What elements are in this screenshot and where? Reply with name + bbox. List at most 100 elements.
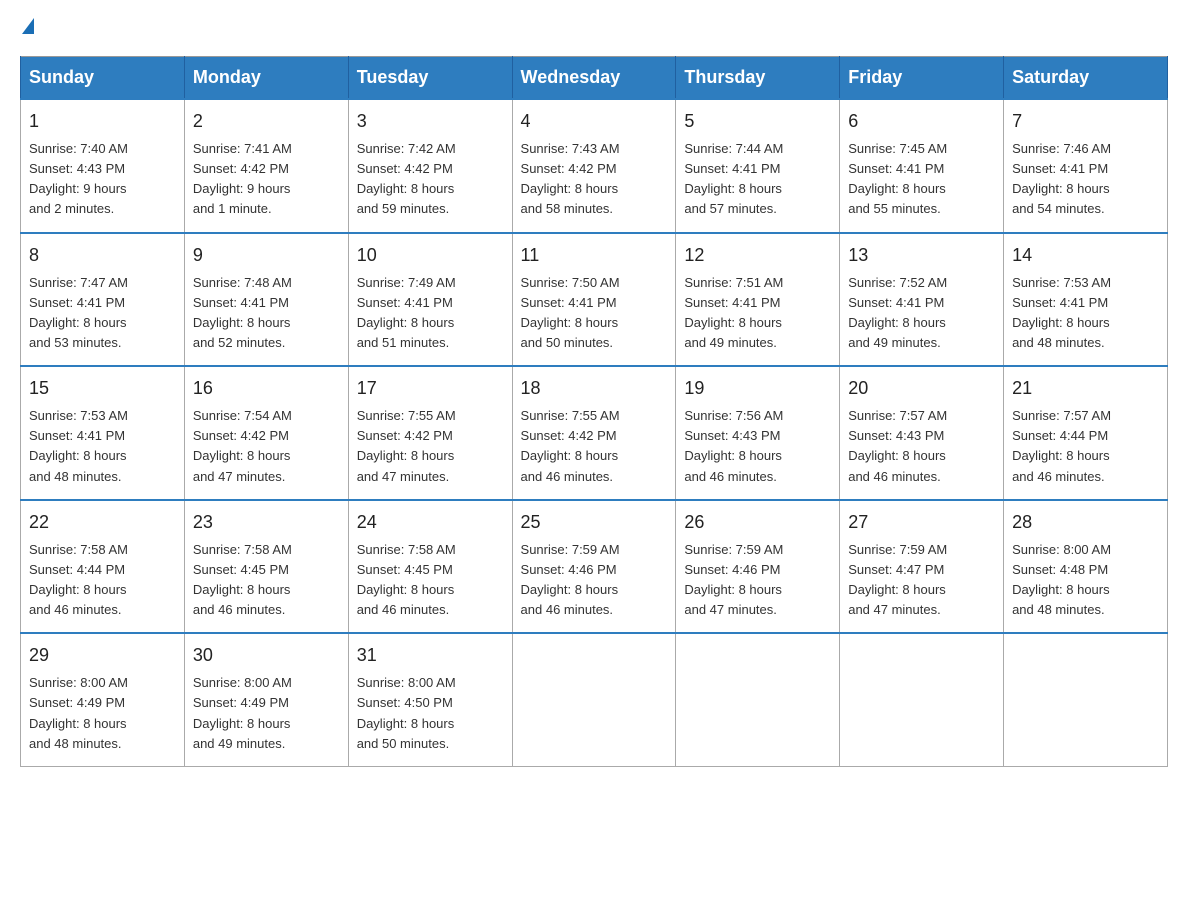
day-info: Sunrise: 7:59 AMSunset: 4:46 PMDaylight:…	[684, 542, 783, 617]
day-number: 21	[1012, 375, 1159, 402]
day-number: 23	[193, 509, 340, 536]
calendar-day-cell: 13 Sunrise: 7:52 AMSunset: 4:41 PMDaylig…	[840, 233, 1004, 367]
calendar-week-row: 8 Sunrise: 7:47 AMSunset: 4:41 PMDayligh…	[21, 233, 1168, 367]
day-number: 29	[29, 642, 176, 669]
day-number: 7	[1012, 108, 1159, 135]
calendar-day-cell: 2 Sunrise: 7:41 AMSunset: 4:42 PMDayligh…	[184, 99, 348, 233]
logo	[20, 20, 34, 36]
weekday-header-monday: Monday	[184, 57, 348, 100]
day-info: Sunrise: 7:50 AMSunset: 4:41 PMDaylight:…	[521, 275, 620, 350]
calendar-day-cell: 5 Sunrise: 7:44 AMSunset: 4:41 PMDayligh…	[676, 99, 840, 233]
day-number: 26	[684, 509, 831, 536]
page-header	[20, 20, 1168, 36]
day-number: 18	[521, 375, 668, 402]
calendar-day-cell: 17 Sunrise: 7:55 AMSunset: 4:42 PMDaylig…	[348, 366, 512, 500]
logo-triangle-icon	[22, 18, 34, 34]
day-number: 8	[29, 242, 176, 269]
calendar-week-row: 15 Sunrise: 7:53 AMSunset: 4:41 PMDaylig…	[21, 366, 1168, 500]
calendar-header-row: SundayMondayTuesdayWednesdayThursdayFrid…	[21, 57, 1168, 100]
day-number: 10	[357, 242, 504, 269]
calendar-week-row: 29 Sunrise: 8:00 AMSunset: 4:49 PMDaylig…	[21, 633, 1168, 766]
calendar-day-cell: 24 Sunrise: 7:58 AMSunset: 4:45 PMDaylig…	[348, 500, 512, 634]
calendar-day-cell: 25 Sunrise: 7:59 AMSunset: 4:46 PMDaylig…	[512, 500, 676, 634]
day-number: 17	[357, 375, 504, 402]
day-number: 27	[848, 509, 995, 536]
day-info: Sunrise: 8:00 AMSunset: 4:50 PMDaylight:…	[357, 675, 456, 750]
calendar-day-cell: 28 Sunrise: 8:00 AMSunset: 4:48 PMDaylig…	[1004, 500, 1168, 634]
day-info: Sunrise: 7:46 AMSunset: 4:41 PMDaylight:…	[1012, 141, 1111, 216]
day-info: Sunrise: 7:58 AMSunset: 4:45 PMDaylight:…	[357, 542, 456, 617]
day-info: Sunrise: 8:00 AMSunset: 4:49 PMDaylight:…	[29, 675, 128, 750]
weekday-header-thursday: Thursday	[676, 57, 840, 100]
calendar-day-cell: 1 Sunrise: 7:40 AMSunset: 4:43 PMDayligh…	[21, 99, 185, 233]
day-number: 22	[29, 509, 176, 536]
day-number: 15	[29, 375, 176, 402]
calendar-day-cell: 11 Sunrise: 7:50 AMSunset: 4:41 PMDaylig…	[512, 233, 676, 367]
day-number: 16	[193, 375, 340, 402]
calendar-day-cell: 14 Sunrise: 7:53 AMSunset: 4:41 PMDaylig…	[1004, 233, 1168, 367]
weekday-header-friday: Friday	[840, 57, 1004, 100]
calendar-day-cell: 16 Sunrise: 7:54 AMSunset: 4:42 PMDaylig…	[184, 366, 348, 500]
day-info: Sunrise: 7:53 AMSunset: 4:41 PMDaylight:…	[29, 408, 128, 483]
day-info: Sunrise: 7:51 AMSunset: 4:41 PMDaylight:…	[684, 275, 783, 350]
day-number: 14	[1012, 242, 1159, 269]
day-number: 30	[193, 642, 340, 669]
day-info: Sunrise: 7:44 AMSunset: 4:41 PMDaylight:…	[684, 141, 783, 216]
day-info: Sunrise: 7:49 AMSunset: 4:41 PMDaylight:…	[357, 275, 456, 350]
day-info: Sunrise: 7:58 AMSunset: 4:45 PMDaylight:…	[193, 542, 292, 617]
calendar-day-cell	[512, 633, 676, 766]
day-number: 20	[848, 375, 995, 402]
calendar-day-cell: 7 Sunrise: 7:46 AMSunset: 4:41 PMDayligh…	[1004, 99, 1168, 233]
calendar-day-cell: 22 Sunrise: 7:58 AMSunset: 4:44 PMDaylig…	[21, 500, 185, 634]
calendar-table: SundayMondayTuesdayWednesdayThursdayFrid…	[20, 56, 1168, 767]
calendar-day-cell: 20 Sunrise: 7:57 AMSunset: 4:43 PMDaylig…	[840, 366, 1004, 500]
calendar-day-cell: 31 Sunrise: 8:00 AMSunset: 4:50 PMDaylig…	[348, 633, 512, 766]
day-info: Sunrise: 7:43 AMSunset: 4:42 PMDaylight:…	[521, 141, 620, 216]
weekday-header-wednesday: Wednesday	[512, 57, 676, 100]
calendar-day-cell	[676, 633, 840, 766]
calendar-day-cell: 29 Sunrise: 8:00 AMSunset: 4:49 PMDaylig…	[21, 633, 185, 766]
day-number: 11	[521, 242, 668, 269]
weekday-header-saturday: Saturday	[1004, 57, 1168, 100]
calendar-day-cell: 19 Sunrise: 7:56 AMSunset: 4:43 PMDaylig…	[676, 366, 840, 500]
calendar-day-cell: 4 Sunrise: 7:43 AMSunset: 4:42 PMDayligh…	[512, 99, 676, 233]
day-number: 19	[684, 375, 831, 402]
day-info: Sunrise: 7:56 AMSunset: 4:43 PMDaylight:…	[684, 408, 783, 483]
calendar-day-cell: 26 Sunrise: 7:59 AMSunset: 4:46 PMDaylig…	[676, 500, 840, 634]
calendar-day-cell	[840, 633, 1004, 766]
day-number: 25	[521, 509, 668, 536]
day-info: Sunrise: 7:57 AMSunset: 4:44 PMDaylight:…	[1012, 408, 1111, 483]
calendar-week-row: 22 Sunrise: 7:58 AMSunset: 4:44 PMDaylig…	[21, 500, 1168, 634]
weekday-header-tuesday: Tuesday	[348, 57, 512, 100]
calendar-day-cell: 12 Sunrise: 7:51 AMSunset: 4:41 PMDaylig…	[676, 233, 840, 367]
calendar-day-cell: 15 Sunrise: 7:53 AMSunset: 4:41 PMDaylig…	[21, 366, 185, 500]
day-info: Sunrise: 7:45 AMSunset: 4:41 PMDaylight:…	[848, 141, 947, 216]
day-info: Sunrise: 7:55 AMSunset: 4:42 PMDaylight:…	[357, 408, 456, 483]
day-number: 4	[521, 108, 668, 135]
day-info: Sunrise: 7:47 AMSunset: 4:41 PMDaylight:…	[29, 275, 128, 350]
day-number: 2	[193, 108, 340, 135]
day-number: 3	[357, 108, 504, 135]
day-number: 6	[848, 108, 995, 135]
calendar-day-cell: 3 Sunrise: 7:42 AMSunset: 4:42 PMDayligh…	[348, 99, 512, 233]
day-info: Sunrise: 7:42 AMSunset: 4:42 PMDaylight:…	[357, 141, 456, 216]
calendar-day-cell: 10 Sunrise: 7:49 AMSunset: 4:41 PMDaylig…	[348, 233, 512, 367]
weekday-header-sunday: Sunday	[21, 57, 185, 100]
day-number: 13	[848, 242, 995, 269]
day-info: Sunrise: 8:00 AMSunset: 4:48 PMDaylight:…	[1012, 542, 1111, 617]
calendar-day-cell: 23 Sunrise: 7:58 AMSunset: 4:45 PMDaylig…	[184, 500, 348, 634]
day-number: 5	[684, 108, 831, 135]
day-info: Sunrise: 7:52 AMSunset: 4:41 PMDaylight:…	[848, 275, 947, 350]
calendar-day-cell: 30 Sunrise: 8:00 AMSunset: 4:49 PMDaylig…	[184, 633, 348, 766]
calendar-day-cell: 8 Sunrise: 7:47 AMSunset: 4:41 PMDayligh…	[21, 233, 185, 367]
day-number: 24	[357, 509, 504, 536]
calendar-day-cell: 27 Sunrise: 7:59 AMSunset: 4:47 PMDaylig…	[840, 500, 1004, 634]
day-info: Sunrise: 7:57 AMSunset: 4:43 PMDaylight:…	[848, 408, 947, 483]
calendar-day-cell: 18 Sunrise: 7:55 AMSunset: 4:42 PMDaylig…	[512, 366, 676, 500]
day-info: Sunrise: 7:58 AMSunset: 4:44 PMDaylight:…	[29, 542, 128, 617]
day-number: 28	[1012, 509, 1159, 536]
day-info: Sunrise: 7:59 AMSunset: 4:46 PMDaylight:…	[521, 542, 620, 617]
day-info: Sunrise: 7:40 AMSunset: 4:43 PMDaylight:…	[29, 141, 128, 216]
calendar-week-row: 1 Sunrise: 7:40 AMSunset: 4:43 PMDayligh…	[21, 99, 1168, 233]
day-info: Sunrise: 8:00 AMSunset: 4:49 PMDaylight:…	[193, 675, 292, 750]
